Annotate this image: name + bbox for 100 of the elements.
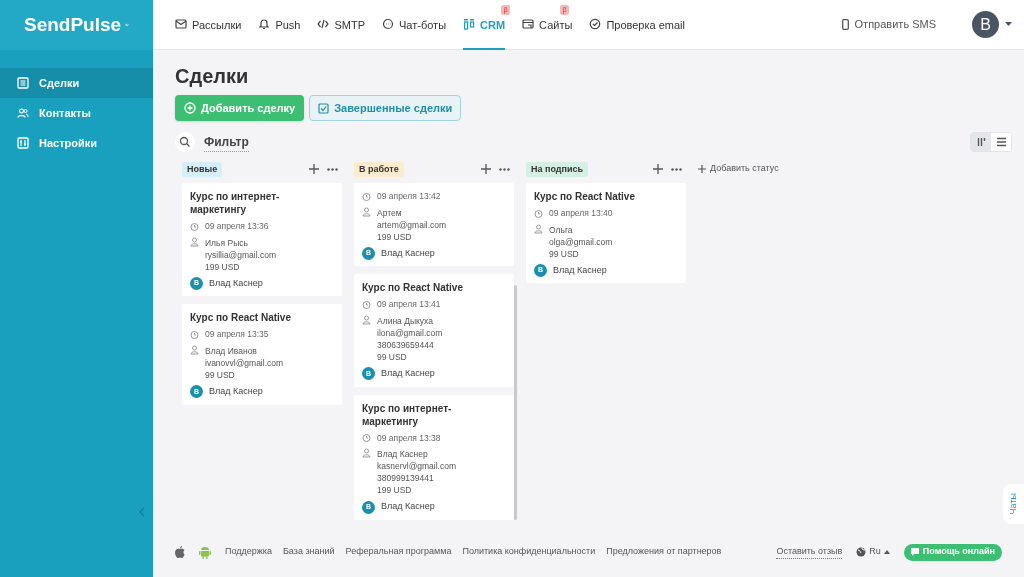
code-icon bbox=[317, 17, 330, 30]
person-icon bbox=[362, 206, 371, 217]
clock-icon bbox=[362, 191, 371, 201]
deal-date: 09 апреля 13:41 bbox=[377, 298, 441, 311]
contact-info: ivanovvl@gmail.com bbox=[205, 357, 284, 369]
deal-title: Курс по React Native bbox=[362, 281, 464, 295]
list-icon bbox=[17, 77, 29, 89]
deal-title: Курс по интернет-маркетингу bbox=[190, 190, 281, 216]
contact-info: Илья Рысь bbox=[205, 236, 249, 249]
deal-date: 09 апреля 13:35 bbox=[205, 328, 269, 341]
feedback-link[interactable]: Оставить отзыв bbox=[776, 544, 843, 560]
send-sms-link[interactable]: Отправить SMS bbox=[854, 16, 936, 33]
clock-icon bbox=[534, 208, 543, 218]
board-view-button[interactable] bbox=[971, 133, 991, 151]
person-icon bbox=[362, 315, 371, 325]
phone-icon bbox=[841, 19, 849, 30]
search-icon[interactable] bbox=[175, 132, 195, 152]
status-label: В работе bbox=[354, 161, 404, 177]
owner-name: Влад Каснер bbox=[209, 276, 263, 290]
owner-name: Влад Каснер bbox=[553, 263, 607, 277]
owner-name: Влад Каснер bbox=[209, 385, 263, 398]
mail-icon bbox=[175, 17, 187, 30]
nav-tab[interactable]: Чат-боты bbox=[382, 15, 447, 50]
check-circle-icon bbox=[589, 17, 602, 30]
deal-title: Курс по React Native bbox=[190, 311, 292, 325]
contact-info: Влад Иванов bbox=[205, 345, 258, 357]
checkbox-icon bbox=[318, 102, 330, 114]
sidebar-item[interactable]: Сделки bbox=[0, 68, 153, 98]
chat-icon bbox=[382, 17, 394, 30]
nav-tab[interactable]: Рассылки bbox=[175, 15, 242, 50]
more-icon[interactable] bbox=[327, 167, 338, 171]
contact-info: 380999139441 bbox=[377, 472, 435, 485]
add-icon[interactable] bbox=[481, 164, 491, 174]
apple-icon[interactable] bbox=[175, 546, 185, 558]
columns-icon bbox=[463, 17, 476, 30]
board-icon bbox=[976, 137, 986, 147]
filter-field[interactable]: Фильтр bbox=[204, 132, 249, 152]
contact-info: ilona@gmail.com bbox=[377, 327, 443, 339]
plus-circle-icon bbox=[184, 102, 196, 114]
more-icon[interactable] bbox=[499, 167, 510, 171]
clock-icon bbox=[190, 330, 199, 340]
bell-icon bbox=[258, 17, 271, 30]
deal-date: 09 апреля 13:40 bbox=[549, 207, 613, 220]
footer-link[interactable]: Предложения от партнеров bbox=[606, 545, 722, 559]
caret-up-icon[interactable] bbox=[883, 550, 890, 554]
contact-info: Ольга bbox=[549, 223, 574, 236]
contact-info: 99 USD bbox=[549, 247, 580, 260]
footer-link[interactable]: Поддержка bbox=[225, 545, 272, 559]
contact-info: kasnervl@gmail.com bbox=[377, 460, 456, 473]
person-icon bbox=[362, 448, 371, 459]
nav-tab[interactable]: Проверка email bbox=[589, 15, 685, 50]
footer-link[interactable]: База знаний bbox=[282, 545, 335, 559]
contact-info: 199 USD bbox=[205, 260, 241, 273]
globe-icon bbox=[856, 547, 867, 557]
owner-name: Влад Каснер bbox=[381, 246, 435, 260]
contact-info: olga@gmail.com bbox=[549, 235, 613, 248]
contact-info: Влад Каснер bbox=[377, 448, 429, 461]
list-icon bbox=[996, 137, 1006, 147]
deal-date: 09 апреля 13:36 bbox=[205, 220, 269, 233]
contact-info: artem@gmail.com bbox=[377, 218, 447, 231]
footer-link[interactable]: Политика конфиденциальности bbox=[462, 545, 596, 559]
people-icon bbox=[17, 107, 29, 119]
nav-tab[interactable]: Push bbox=[258, 15, 301, 50]
contact-info: 199 USD bbox=[377, 484, 413, 497]
person-icon bbox=[534, 223, 543, 234]
language-selector[interactable]: Ru bbox=[869, 545, 881, 559]
more-icon[interactable] bbox=[671, 167, 682, 171]
clock-icon bbox=[190, 221, 199, 231]
contact-info: 99 USD bbox=[205, 369, 236, 381]
add-status-link[interactable]: Добавить статус bbox=[698, 158, 779, 180]
footer-link[interactable]: Реферальная программа bbox=[345, 545, 452, 559]
owner-name: Влад Каснер bbox=[381, 500, 435, 514]
add-icon[interactable] bbox=[309, 164, 319, 174]
nav-tab[interactable]: Сайты bbox=[522, 15, 573, 50]
browser-icon bbox=[522, 17, 535, 30]
deal-date: 09 апреля 13:42 bbox=[377, 190, 441, 203]
add-icon[interactable] bbox=[653, 164, 663, 174]
clock-icon bbox=[362, 433, 371, 443]
owner-name: Влад Каснер bbox=[381, 367, 435, 380]
contact-info: rysillia@gmail.com bbox=[205, 248, 276, 261]
caret-icon[interactable] bbox=[1005, 22, 1012, 27]
contact-info: 380639659444 bbox=[377, 339, 435, 351]
scrollbar[interactable] bbox=[514, 285, 517, 520]
deal-title: Курс по React Native bbox=[534, 190, 636, 203]
contact-info: Алина Дыкуха bbox=[377, 315, 434, 327]
deal-title: Курс по интернет-маркетингу bbox=[362, 401, 453, 428]
chat-bubble-icon bbox=[910, 548, 919, 556]
deal-date: 09 апреля 13:38 bbox=[377, 431, 441, 445]
person-icon bbox=[190, 345, 199, 355]
plus-icon bbox=[698, 165, 706, 173]
person-icon bbox=[190, 236, 199, 247]
page-title: Сделки bbox=[175, 64, 250, 89]
contact-info: 99 USD bbox=[377, 351, 408, 363]
contact-info: 199 USD bbox=[377, 230, 413, 243]
clock-icon bbox=[362, 300, 371, 310]
user-avatar[interactable]: B bbox=[972, 11, 999, 38]
sliders-icon bbox=[17, 137, 29, 149]
contact-info: Артем bbox=[377, 206, 403, 219]
status-label: Новые bbox=[182, 161, 223, 177]
nav-tab[interactable]: SMTP bbox=[317, 15, 365, 50]
